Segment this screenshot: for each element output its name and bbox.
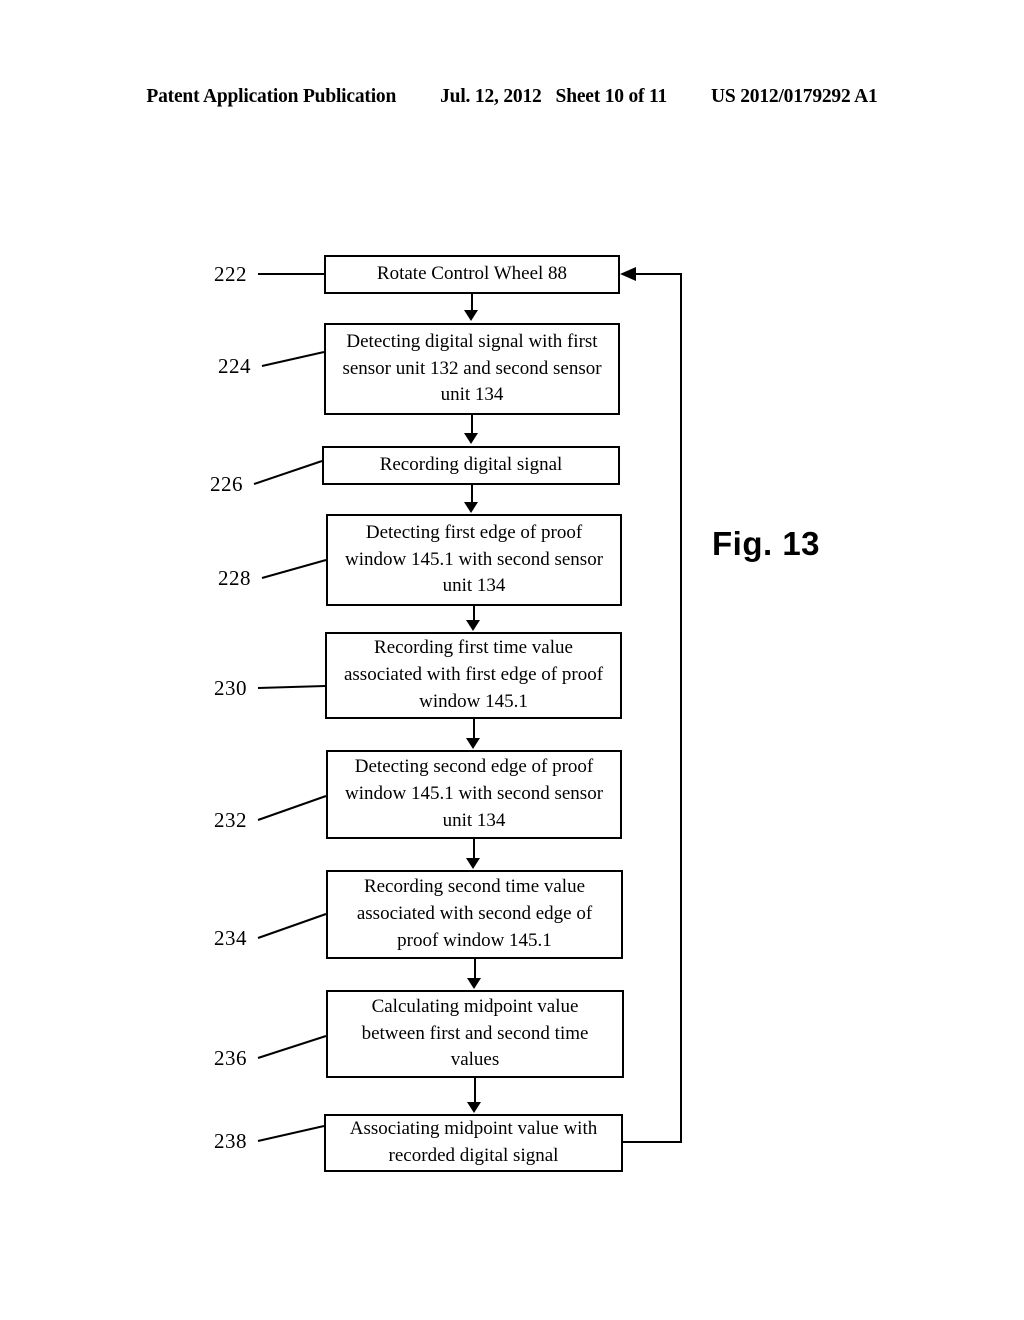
flowchart-step-228-text: Detecting first edge of proof window 145… xyxy=(344,521,604,597)
connector-228-to-230 xyxy=(473,606,475,621)
reference-numeral-230: 230 xyxy=(214,676,247,700)
flowchart-step-232: Detecting second edge of proof window 14… xyxy=(326,750,622,839)
flowchart-step-224-text: Detecting digital signal with first sens… xyxy=(342,330,602,406)
connector-230-to-232 xyxy=(473,719,475,739)
arrowhead-228-to-230 xyxy=(466,620,480,631)
flowchart-step-234-text: Recording second time value associated w… xyxy=(356,876,593,951)
arrowhead-224-to-226 xyxy=(464,433,478,444)
flowchart-step-236-text: Calculating midpoint value between first… xyxy=(361,995,589,1071)
page-header: Patent Application Publication Jul. 12, … xyxy=(0,86,1024,116)
reference-numeral-238: 238 xyxy=(214,1129,247,1153)
connector-234-to-236 xyxy=(474,959,476,979)
reference-numeral-222: 222 xyxy=(214,262,247,286)
flowchart-step-222-text: Rotate Control Wheel 88 xyxy=(376,263,568,285)
flowchart-step-238: Associating midpoint value with recorded… xyxy=(324,1114,623,1172)
connector-224-to-226 xyxy=(471,415,473,435)
connector-236-to-238 xyxy=(474,1078,476,1103)
arrowhead-236-to-238 xyxy=(467,1102,481,1113)
flowchart-step-234: Recording second time value associated w… xyxy=(326,870,623,959)
arrowhead-232-to-234 xyxy=(466,858,480,869)
arrowhead-234-to-236 xyxy=(467,978,481,989)
reference-numeral-236: 236 xyxy=(214,1046,247,1070)
reference-numeral-224: 224 xyxy=(218,354,251,378)
flowchart-step-230-text: Recording first time value associated wi… xyxy=(343,637,604,712)
flowchart-step-226: Recording digital signal xyxy=(322,446,620,485)
header-sheet-text: Sheet 10 of 11 xyxy=(555,86,668,107)
figure-label: Fig. 13 xyxy=(712,525,821,562)
flowchart-step-230: Recording first time value associated wi… xyxy=(325,632,622,719)
flowchart-step-224: Detecting digital signal with first sens… xyxy=(324,323,620,415)
reference-numeral-232: 232 xyxy=(214,808,247,832)
flowchart-step-236: Calculating midpoint value between first… xyxy=(326,990,624,1078)
patent-drawing-page: Patent Application Publication Jul. 12, … xyxy=(0,0,1024,1320)
arrowhead-222-to-224 xyxy=(464,310,478,321)
connector-226-to-228 xyxy=(471,485,473,503)
header-publication-text: Patent Application Publication xyxy=(146,86,397,107)
arrowhead-230-to-232 xyxy=(466,738,480,749)
flowchart-step-222: Rotate Control Wheel 88 xyxy=(324,255,620,294)
reference-numeral-234: 234 xyxy=(214,926,247,950)
reference-numeral-226: 226 xyxy=(210,472,243,496)
flowchart-step-238-text: Associating midpoint value with recorded… xyxy=(349,1118,598,1166)
reference-numeral-228: 228 xyxy=(218,566,251,590)
flowchart-step-228: Detecting first edge of proof window 145… xyxy=(326,514,622,606)
header-date-text: Jul. 12, 2012 xyxy=(440,86,542,107)
flowchart-step-232-text: Detecting second edge of proof window 14… xyxy=(344,756,604,831)
flowchart-step-226-text: Recording digital signal xyxy=(379,454,563,476)
header-patent-number-text: US 2012/0179292 A1 xyxy=(711,86,878,107)
arrowhead-226-to-228 xyxy=(464,502,478,513)
connector-232-to-234 xyxy=(473,839,475,859)
